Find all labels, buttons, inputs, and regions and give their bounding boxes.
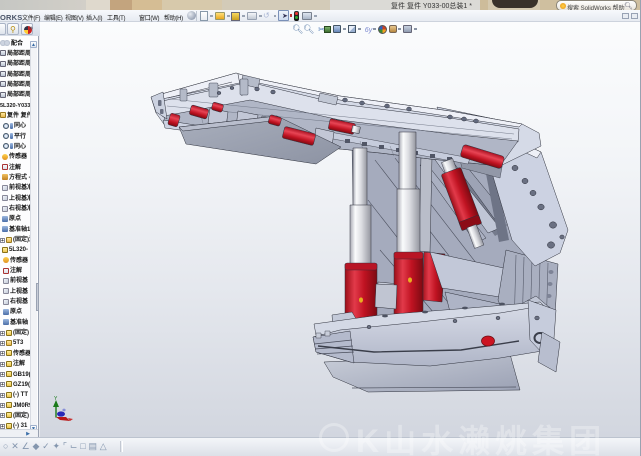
svg-text:Y: Y	[54, 396, 58, 402]
